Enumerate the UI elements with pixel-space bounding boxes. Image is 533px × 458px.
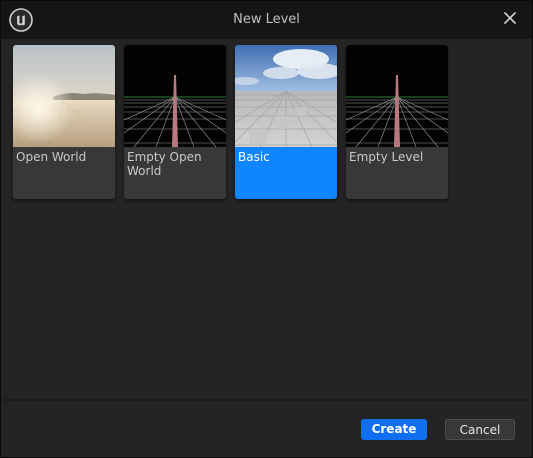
sky-floor-thumbnail: [235, 45, 337, 147]
create-button[interactable]: Create: [361, 419, 427, 440]
desert-sunset-thumbnail: [13, 45, 115, 147]
title-bar: New Level: [1, 1, 532, 39]
footer-divider: [3, 399, 530, 401]
close-icon[interactable]: [499, 7, 521, 29]
new-level-dialog: New Level Open World Empty Open World Ba…: [0, 0, 533, 458]
empty-grid-thumbnail: [346, 45, 448, 147]
template-tile-basic[interactable]: Basic: [235, 45, 337, 199]
template-tile-open-world[interactable]: Open World: [13, 45, 115, 199]
template-label: Empty Level: [349, 150, 424, 164]
template-label: Empty Open World: [127, 150, 202, 178]
cancel-button[interactable]: Cancel: [445, 419, 515, 440]
template-label: Basic: [238, 150, 270, 164]
template-tile-empty-level[interactable]: Empty Level: [346, 45, 448, 199]
template-label: Open World: [16, 150, 87, 164]
empty-grid-thumbnail: [124, 45, 226, 147]
template-tile-empty-open-world[interactable]: Empty Open World: [124, 45, 226, 199]
template-grid: Open World Empty Open World Basic Empty …: [3, 39, 530, 455]
dialog-title: New Level: [233, 12, 300, 27]
